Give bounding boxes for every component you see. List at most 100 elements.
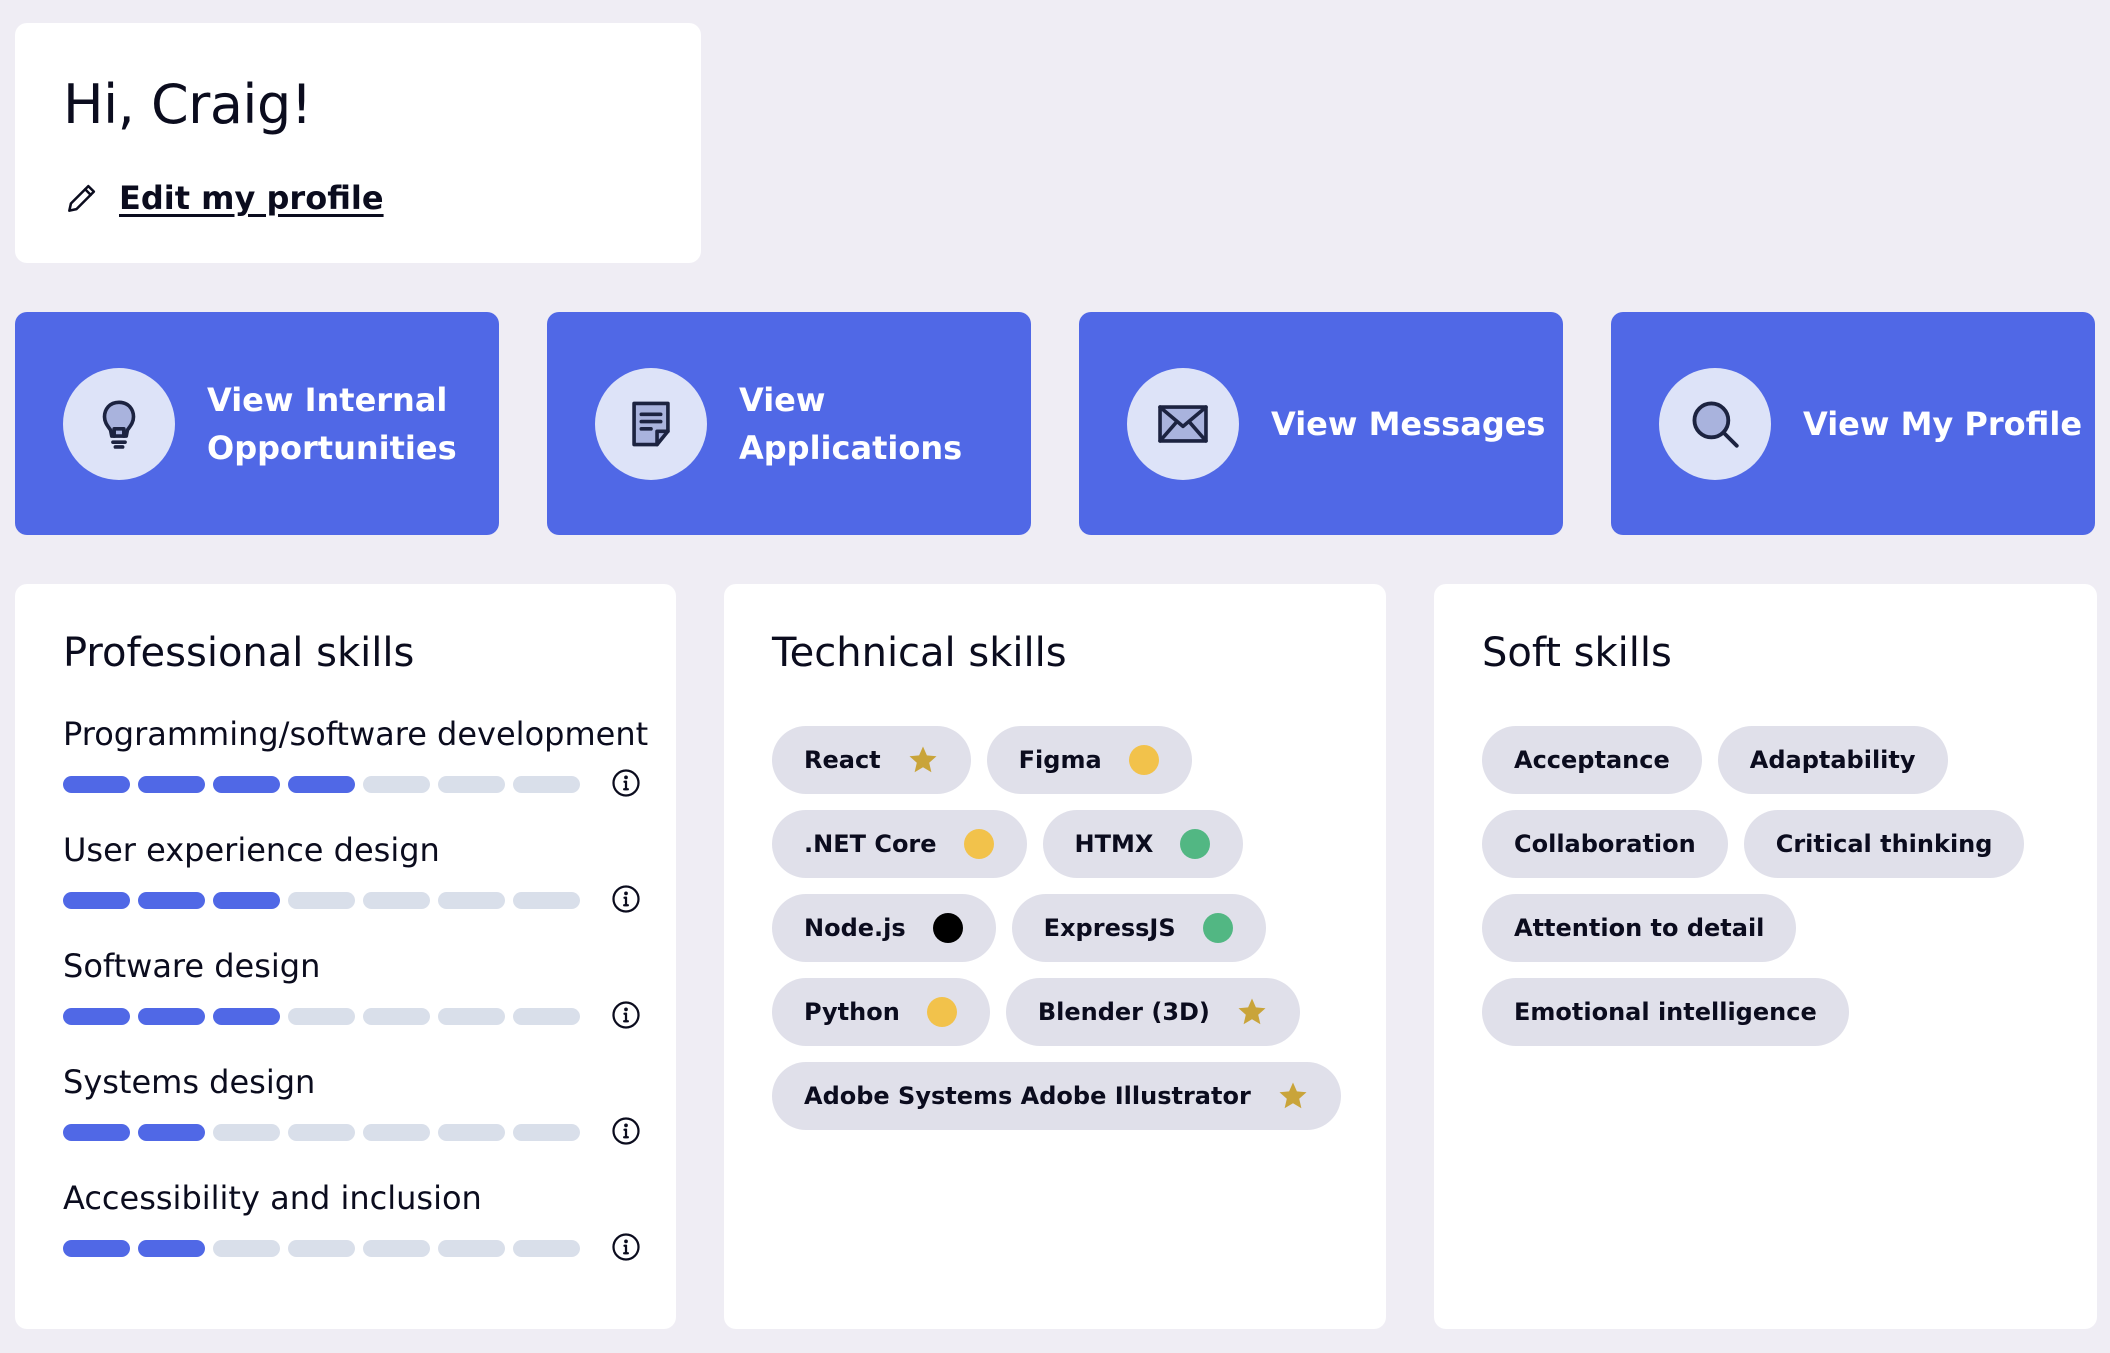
- skill-level-segment-filled: [213, 1008, 280, 1025]
- tag-label: Python: [804, 998, 900, 1026]
- technical-skill-tag[interactable]: ExpressJS: [1011, 894, 1266, 962]
- info-icon[interactable]: [611, 768, 641, 798]
- tag-label: .NET Core: [804, 830, 937, 858]
- skill-level-segment-empty: [438, 892, 505, 909]
- skill-level-segment-filled: [63, 1124, 130, 1141]
- soft-skill-tag[interactable]: Critical thinking: [1743, 810, 2025, 878]
- skill-level-segment-filled: [138, 1124, 205, 1141]
- skill-level-segment-empty: [363, 892, 430, 909]
- skill-level-segment-filled: [63, 892, 130, 909]
- skill-level-bar: [63, 1124, 580, 1141]
- status-dot-icon: [1128, 745, 1159, 775]
- tile-label: View Applications: [739, 376, 989, 472]
- tag-label: React: [804, 746, 881, 774]
- status-dot-icon: [963, 829, 994, 859]
- status-dot-icon: [932, 913, 963, 943]
- tag-label: Critical thinking: [1775, 830, 1993, 858]
- status-dot-icon: [1202, 913, 1233, 943]
- tag-label: Node.js: [804, 914, 906, 942]
- tag-label: Collaboration: [1514, 830, 1696, 858]
- tag-label: Adobe Systems Adobe Illustrator: [804, 1082, 1251, 1110]
- tile-label-line: Opportunities: [207, 428, 457, 467]
- skill-level-segment-empty: [213, 1240, 280, 1257]
- panel-title: Professional skills: [63, 630, 415, 676]
- edit-profile-label: Edit my profile: [119, 179, 384, 217]
- technical-skill-tags: React Figma .NET Core HTMX Node.js ExpressJS P…: [772, 726, 1346, 1130]
- envelope-icon: [1158, 404, 1208, 443]
- panel-title: Technical skills: [772, 630, 1067, 676]
- panel-title: Soft skills: [1482, 630, 1672, 676]
- tag-label: Acceptance: [1514, 746, 1670, 774]
- tile-label: View Internal Opportunities: [207, 376, 457, 472]
- soft-skill-tag[interactable]: Emotional intelligence: [1482, 978, 1849, 1046]
- skill-level-segment-empty: [363, 1240, 430, 1257]
- professional-skills-panel: Professional skills Programming/software…: [15, 584, 676, 1329]
- skill-name: Systems design: [63, 1063, 316, 1101]
- skill-name: Accessibility and inclusion: [63, 1179, 482, 1217]
- tile-label: View My Profile: [1803, 400, 2093, 448]
- tile-label-line: View Internal: [207, 380, 448, 419]
- skill-level-segment-filled: [213, 776, 280, 793]
- skill-row: User experience design: [63, 828, 643, 944]
- soft-skill-tag[interactable]: Adaptability: [1717, 726, 1948, 794]
- technical-skill-tag[interactable]: React: [772, 726, 971, 794]
- view-messages-button[interactable]: View Messages: [1079, 312, 1563, 535]
- tag-label: Emotional intelligence: [1514, 998, 1817, 1026]
- status-dot-icon: [1180, 829, 1211, 859]
- tag-label: Figma: [1018, 746, 1102, 774]
- greeting-card: Hi, Craig! Edit my profile: [15, 23, 701, 263]
- tag-label: Blender (3D): [1037, 998, 1210, 1026]
- technical-skills-panel: Technical skills React Figma .NET Core HTMX…: [724, 584, 1386, 1329]
- skill-row: Programming/software development: [63, 712, 648, 828]
- skill-level-segment-filled: [138, 776, 205, 793]
- technical-skill-tag[interactable]: Adobe Systems Adobe Illustrator: [772, 1062, 1341, 1130]
- view-internal-opportunities-button[interactable]: View Internal Opportunities: [15, 312, 499, 535]
- star-icon: [909, 746, 937, 773]
- skill-level-segment-filled: [63, 1008, 130, 1025]
- view-applications-button[interactable]: View Applications: [547, 312, 1031, 535]
- lightbulb-icon: [102, 399, 136, 449]
- soft-skills-panel: Soft skills Acceptance Adaptability Collab…: [1434, 584, 2097, 1329]
- technical-skill-tag[interactable]: Figma: [986, 726, 1192, 794]
- skill-list: Programming/software development User exp…: [63, 712, 648, 1292]
- soft-skill-tags: Acceptance Adaptability Collaboration Criti…: [1482, 726, 2057, 1046]
- star-icon: [1238, 998, 1266, 1025]
- tile-label-line: View My Profile: [1803, 404, 2083, 443]
- tag-label: Adaptability: [1749, 746, 1916, 774]
- skill-level-segment-empty: [363, 1008, 430, 1025]
- status-dot-icon: [926, 997, 957, 1027]
- info-icon[interactable]: [611, 1116, 641, 1146]
- quick-actions: View Internal Opportunities View Applica…: [15, 312, 2097, 535]
- greeting-title: Hi, Craig!: [63, 73, 312, 136]
- info-icon[interactable]: [611, 1232, 641, 1262]
- skill-level-segment-filled: [288, 776, 355, 793]
- tag-label: HTMX: [1074, 830, 1154, 858]
- envelope-icon-circle: [1127, 367, 1239, 480]
- skill-level-segment-filled: [138, 892, 205, 909]
- edit-profile-link[interactable]: Edit my profile: [63, 173, 384, 223]
- skill-row: Software design: [63, 944, 643, 1060]
- magnifier-icon: [1692, 401, 1739, 448]
- magnifier-icon-circle: [1659, 367, 1771, 480]
- info-icon[interactable]: [611, 1000, 641, 1030]
- skill-level-segment-empty: [213, 1124, 280, 1141]
- soft-skill-tag[interactable]: Acceptance: [1482, 726, 1702, 794]
- skill-level-segment-filled: [213, 892, 280, 909]
- technical-skill-tag[interactable]: Node.js: [772, 894, 996, 962]
- skill-level-segment-empty: [288, 1240, 355, 1257]
- info-icon[interactable]: [611, 884, 641, 914]
- soft-skill-tag[interactable]: Attention to detail: [1482, 894, 1797, 962]
- technical-skill-tag[interactable]: HTMX: [1042, 810, 1244, 878]
- star-icon: [1279, 1082, 1307, 1109]
- technical-skill-tag[interactable]: Python: [772, 978, 990, 1046]
- skill-level-segment-empty: [288, 1008, 355, 1025]
- technical-skill-tag[interactable]: .NET Core: [772, 810, 1027, 878]
- tile-label: View Messages: [1271, 400, 1561, 448]
- skill-level-segment-filled: [63, 776, 130, 793]
- view-my-profile-button[interactable]: View My Profile: [1611, 312, 2095, 535]
- tag-label: Attention to detail: [1514, 914, 1765, 942]
- skill-level-segment-empty: [513, 1008, 580, 1025]
- skill-level-segment-empty: [513, 776, 580, 793]
- technical-skill-tag[interactable]: Blender (3D): [1005, 978, 1300, 1046]
- soft-skill-tag[interactable]: Collaboration: [1482, 810, 1728, 878]
